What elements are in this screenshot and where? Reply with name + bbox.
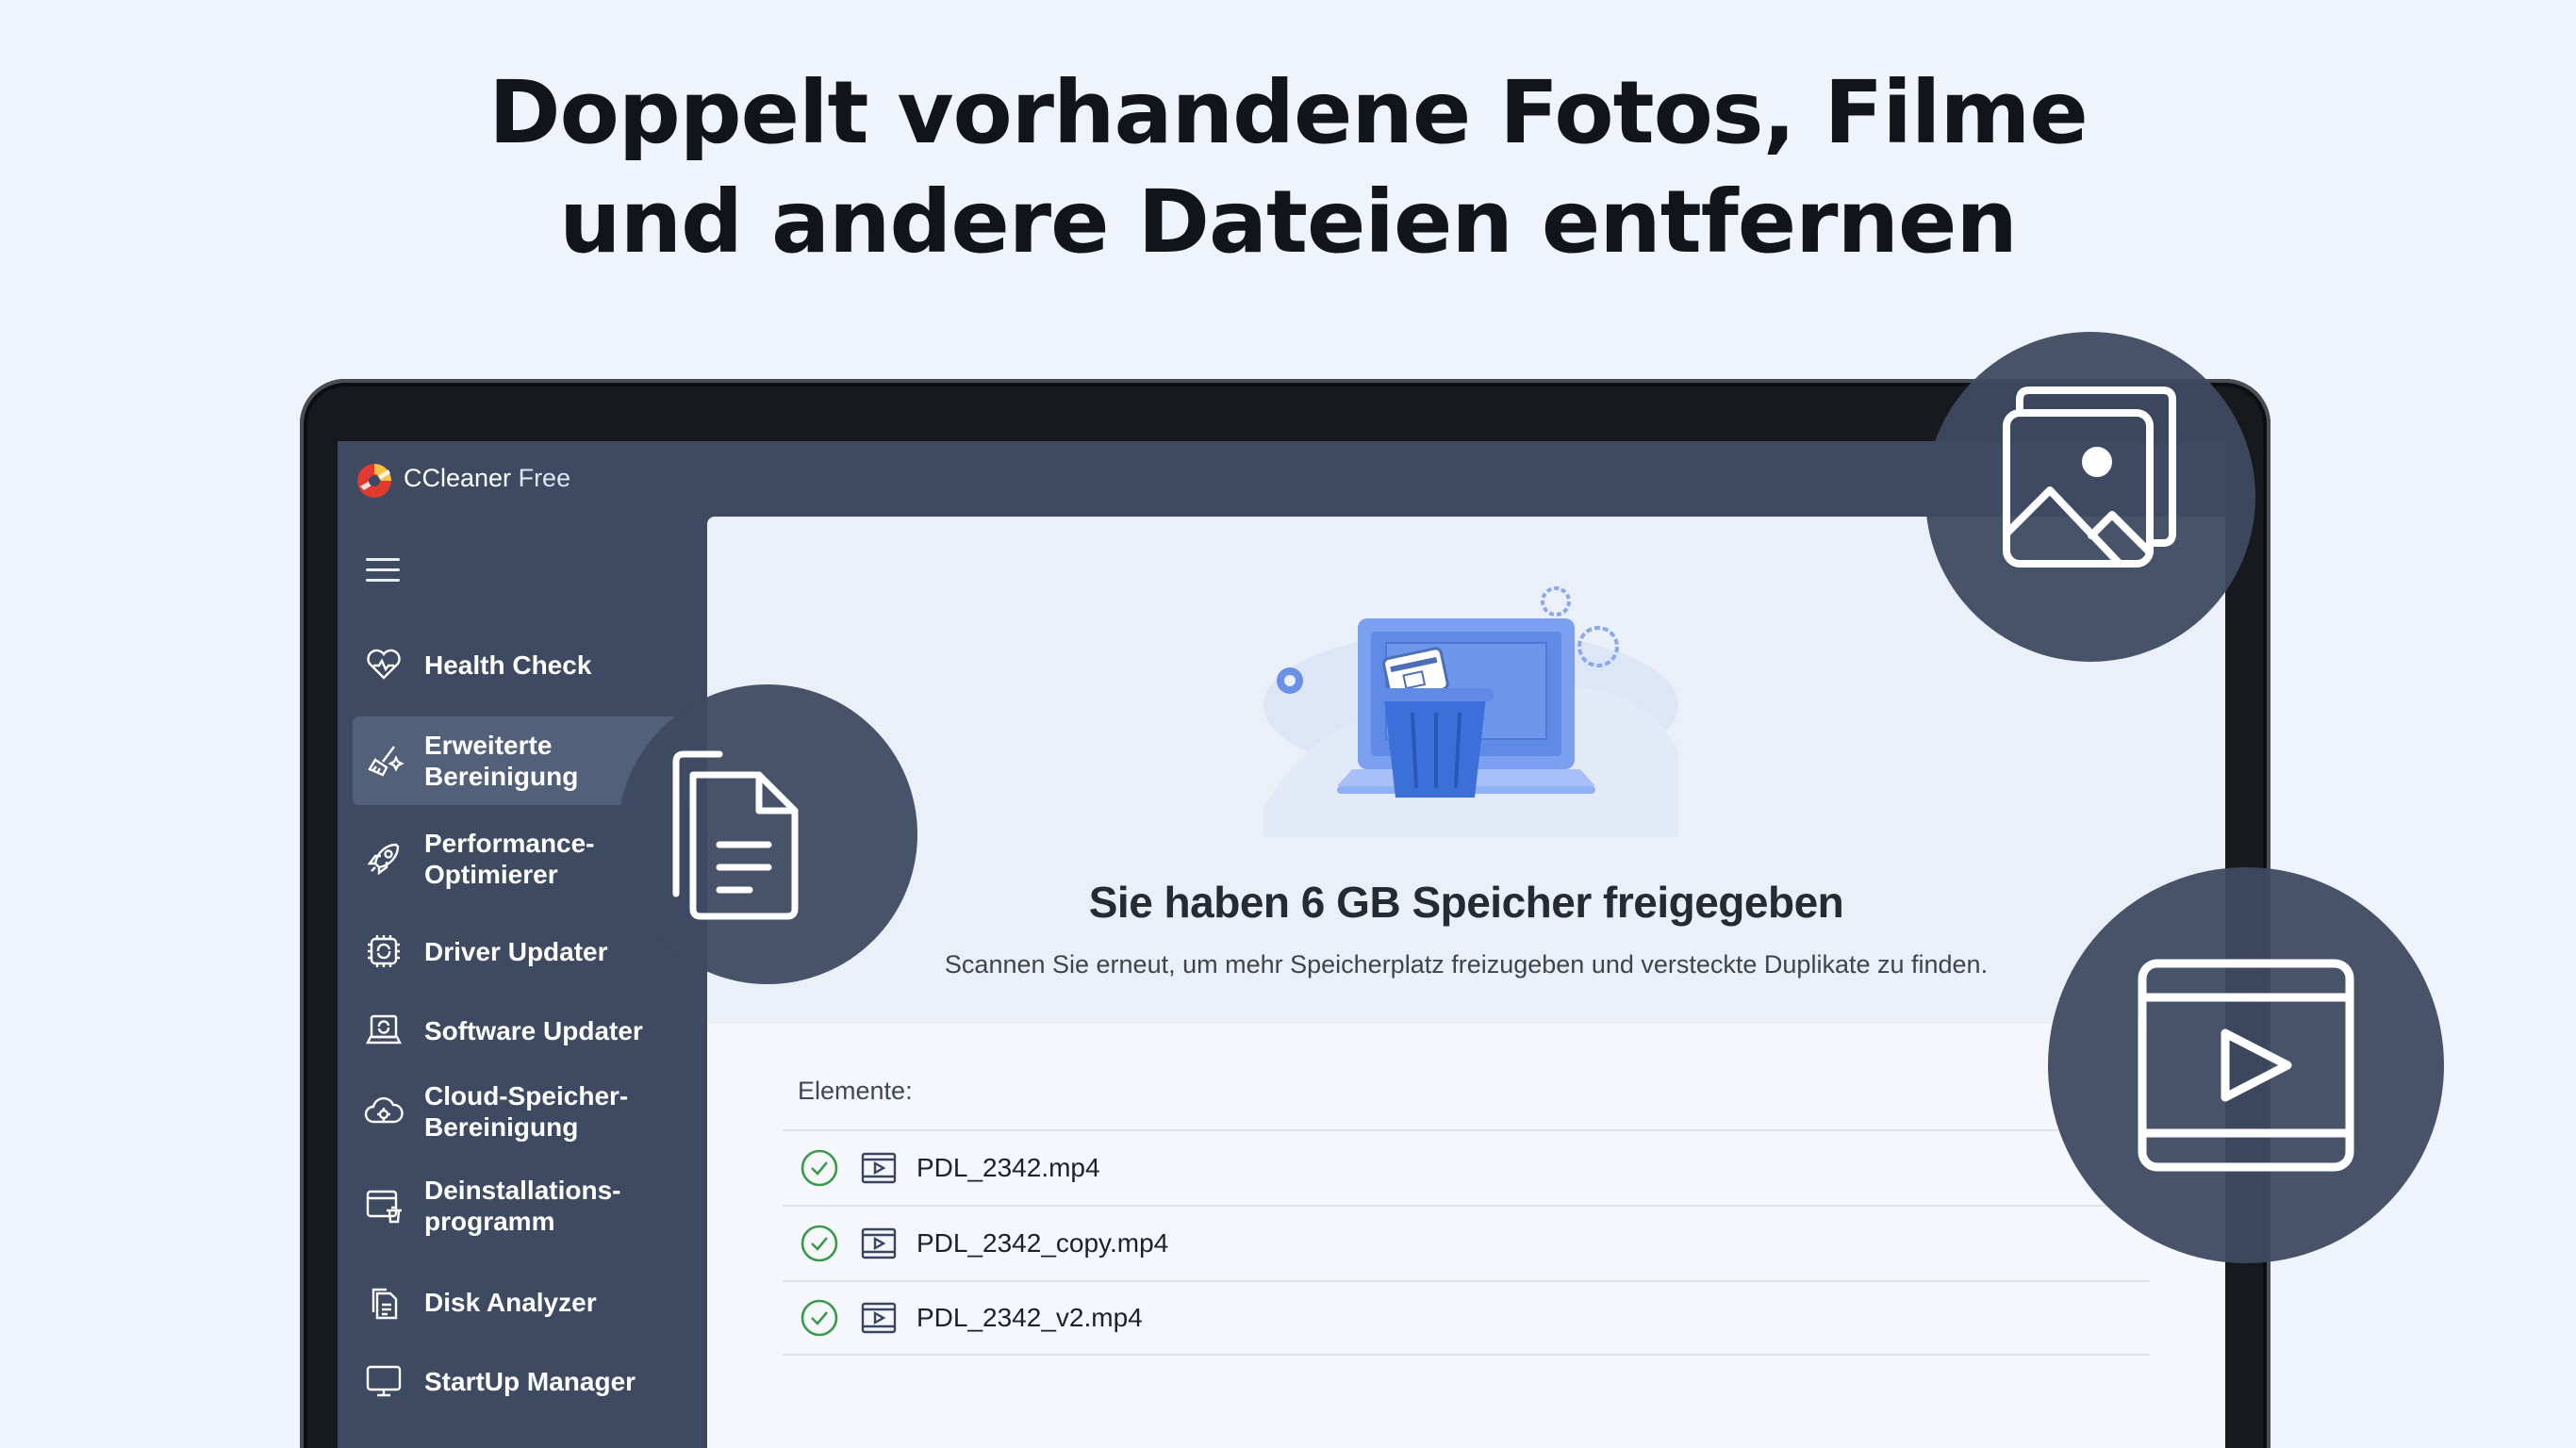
file-row[interactable]: PDL_2342.mp4 <box>783 1129 2150 1205</box>
uninstall-icon <box>362 1184 405 1227</box>
sidebar-item-label: Driver Updater <box>424 936 608 966</box>
headline-line-1: Doppelt vorhandene Fotos, Filme <box>488 62 2088 163</box>
list-label: Elemente: <box>798 1077 913 1105</box>
sidebar-item-label: Disk Analyzer <box>424 1287 597 1317</box>
sidebar-item-label: Deinstallations-programm <box>424 1176 621 1236</box>
image-badge <box>1925 332 2255 662</box>
app-edition: Free <box>518 464 571 492</box>
video-badge <box>2048 867 2444 1263</box>
file-name: PDL_2342_copy.mp4 <box>916 1228 1169 1258</box>
document-stack-icon <box>362 1280 405 1324</box>
heart-icon <box>362 643 405 686</box>
sidebar-item-disk-analyzer[interactable]: Disk Analyzer <box>353 1273 690 1331</box>
ccleaner-logo-icon <box>357 464 391 498</box>
marketing-headline: Doppelt vorhandene Fotos, Filme und ande… <box>0 58 2576 277</box>
headline-line-2: und andere Dateien entfernen <box>559 172 2018 272</box>
check-icon <box>801 1149 838 1187</box>
sidebar-item-software-updater[interactable]: Software Updater <box>353 1001 690 1060</box>
file-row[interactable]: PDL_2342_copy.mp4 <box>783 1205 2150 1280</box>
video-file-icon <box>861 1302 897 1334</box>
app-name: CCleaner <box>404 464 512 492</box>
laptop-refresh-icon <box>362 1009 405 1052</box>
sidebar-item-startup-manager[interactable]: StartUp Manager <box>353 1352 690 1410</box>
document-icon <box>672 750 799 920</box>
video-file-icon <box>861 1152 897 1184</box>
video-player-icon <box>2138 959 2354 1172</box>
hamburger-menu-icon[interactable] <box>366 558 400 583</box>
file-name: PDL_2342_v2.mp4 <box>916 1303 1143 1332</box>
monitor-icon <box>362 1359 405 1403</box>
sidebar-item-label: Health Check <box>424 650 592 680</box>
rocket-icon <box>362 837 405 880</box>
document-badge <box>618 684 917 984</box>
image-gallery-icon <box>2003 387 2176 568</box>
cloud-gear-icon <box>362 1090 405 1133</box>
app-title: CCleaner Free <box>404 464 570 493</box>
file-list: Elemente: PDL_2342.mp4 PDL_2342_copy.mp4… <box>707 1024 2225 1448</box>
trash-laptop-illustration <box>1263 586 1678 837</box>
file-row[interactable]: PDL_2342_v2.mp4 <box>783 1280 2150 1356</box>
chip-refresh-icon <box>362 930 405 973</box>
sidebar-item-label: Cloud-Speicher-Bereinigung <box>424 1081 629 1142</box>
sidebar-item-label: StartUp Manager <box>424 1366 636 1396</box>
check-icon <box>801 1225 838 1262</box>
result-title: Sie haben 6 GB Speicher freigegeben <box>1088 878 1844 927</box>
sidebar-item-label: Software Updater <box>424 1015 643 1045</box>
file-name: PDL_2342.mp4 <box>916 1153 1100 1182</box>
sidebar-item-cloud-speicher-bereinigung[interactable]: Cloud-Speicher-Bereinigung <box>353 1073 690 1150</box>
check-icon <box>801 1299 838 1337</box>
video-file-icon <box>861 1227 897 1259</box>
broom-sparkle-icon <box>362 739 405 782</box>
result-subtitle: Scannen Sie erneut, um mehr Speicherplat… <box>944 950 1989 979</box>
sidebar-item-deinstallationsprogramm[interactable]: Deinstallations-programm <box>353 1167 690 1244</box>
stage: Doppelt vorhandene Fotos, Filme und ande… <box>0 0 2576 1448</box>
